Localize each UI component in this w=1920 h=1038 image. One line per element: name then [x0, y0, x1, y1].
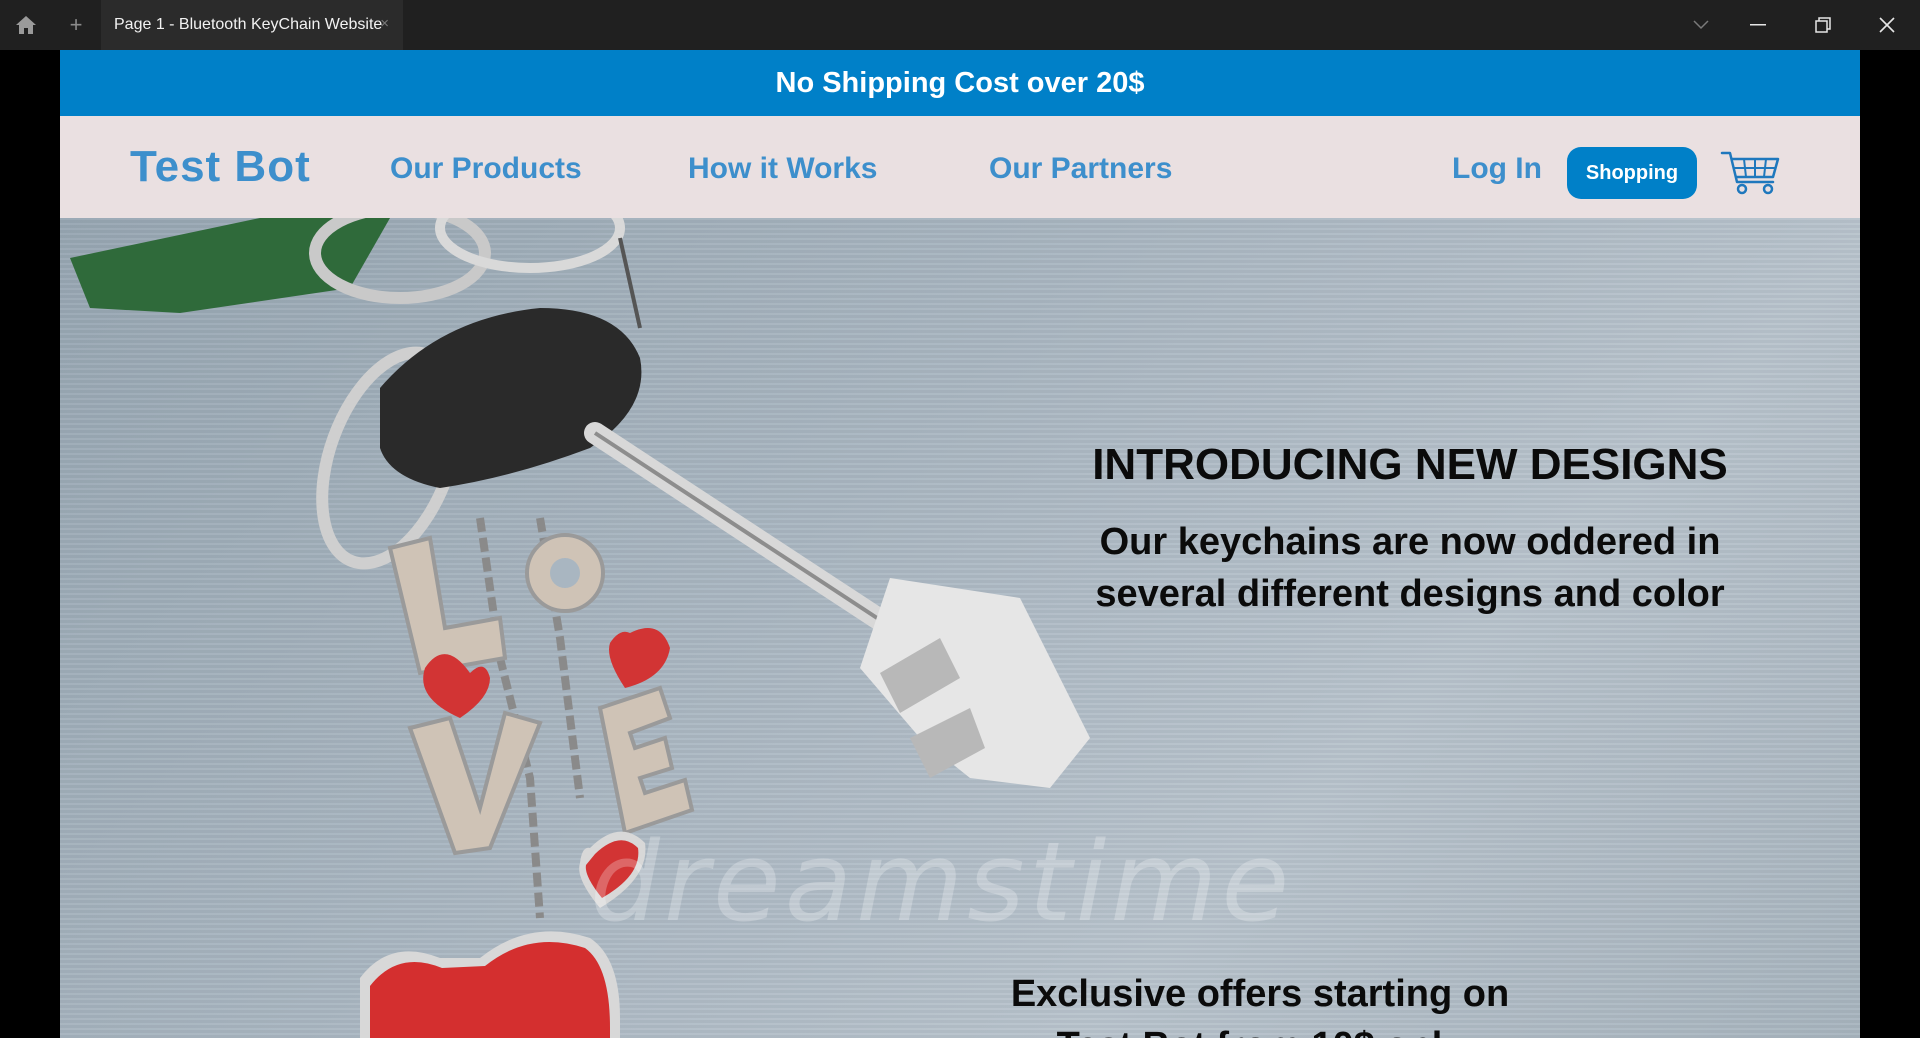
login-link[interactable]: Log In: [1452, 152, 1542, 186]
browser-window: + Page 1 - Bluetooth KeyChain Website ×: [0, 0, 1920, 1038]
minimize-icon: [1750, 24, 1766, 26]
promo-banner: No Shipping Cost over 20$: [60, 50, 1860, 116]
shopping-cart-icon: [1720, 151, 1780, 195]
page-viewport: No Shipping Cost over 20$ Test Bot Our P…: [60, 50, 1860, 1038]
tab-title: Page 1 - Bluetooth KeyChain Website: [114, 16, 383, 33]
new-tab-button[interactable]: +: [58, 0, 94, 50]
hero-banner: dreamstime INTRODUCING NEW DESIGNS Our k…: [60, 218, 1860, 1038]
nav-link-our-products[interactable]: Our Products: [390, 152, 582, 186]
title-bar: + Page 1 - Bluetooth KeyChain Website ×: [0, 0, 1920, 50]
hero-offer-text: Exclusive offers starting on Test Bot fr…: [1010, 973, 1510, 1038]
maximize-icon: [1815, 17, 1831, 33]
stock-watermark: dreamstime: [590, 818, 1294, 946]
cart-button[interactable]: [1720, 150, 1782, 196]
maximize-button[interactable]: [1800, 0, 1846, 50]
close-icon[interactable]: ×: [380, 15, 389, 32]
home-button[interactable]: [8, 0, 44, 50]
plus-icon: +: [69, 12, 83, 37]
close-window-icon: [1879, 17, 1895, 33]
hero-heading: INTRODUCING NEW DESIGNS: [1092, 440, 1728, 489]
tab-list-button[interactable]: [1678, 0, 1724, 50]
chevron-down-icon: [1693, 20, 1709, 30]
site-logo[interactable]: Test Bot: [130, 142, 311, 192]
nav-link-how-it-works[interactable]: How it Works: [688, 152, 877, 186]
promo-text: No Shipping Cost over 20$: [775, 66, 1145, 99]
shopping-button[interactable]: Shopping: [1567, 147, 1697, 199]
tab-active[interactable]: Page 1 - Bluetooth KeyChain Website ×: [101, 0, 403, 50]
close-window-button[interactable]: [1864, 0, 1910, 50]
hero-subheading: Our keychains are now oddered in several…: [1095, 521, 1725, 615]
minimize-button[interactable]: [1735, 0, 1781, 50]
site-navbar: Test Bot Our Products How it Works Our P…: [60, 116, 1860, 218]
nav-link-our-partners[interactable]: Our Partners: [989, 152, 1172, 186]
home-icon: [16, 16, 36, 34]
